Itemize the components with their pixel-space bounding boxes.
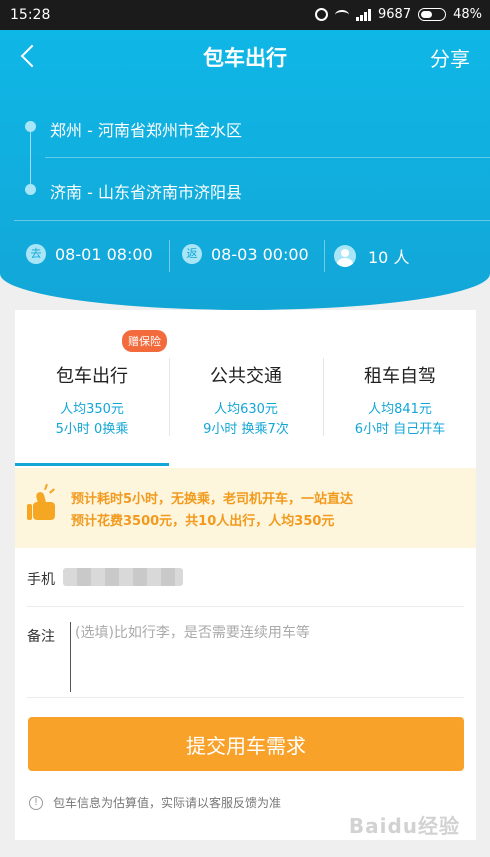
tip-line-1: 预计耗时5小时，无换乘，老司机开车，一站直达: [71, 492, 354, 507]
divider: [14, 220, 490, 221]
tip-line-2: 预计花费3500元，共10人出行，人均350元: [71, 514, 335, 529]
depart-icon: 去: [26, 244, 46, 264]
tab-self-drive[interactable]: 租车自驾 人均841元 6小时 自己开车: [323, 310, 477, 466]
person-icon: [334, 245, 356, 267]
tab-name: 租车自驾: [364, 366, 436, 387]
return-icon: 返: [182, 244, 202, 264]
disclaimer: ! 包车信息为估算值，实际请以客服反馈为准: [29, 794, 281, 811]
status-bar: 15:28 9687 48%: [0, 0, 490, 30]
origin-location[interactable]: 郑州 - 河南省郑州市金水区: [50, 117, 242, 141]
submit-request-button[interactable]: 提交用车需求: [28, 717, 464, 771]
divider: [169, 240, 170, 272]
phone-label: 手机: [27, 572, 55, 588]
info-icon: !: [29, 795, 43, 810]
insurance-badge: 赠保险: [122, 330, 167, 352]
divider: [45, 157, 490, 158]
tab-price: 人均841元: [368, 402, 432, 417]
page-title: 包车出行: [203, 46, 287, 70]
divider: [324, 240, 325, 272]
travel-mode-tabs: 赠保险 包车出行 人均350元 5小时 0换乘 公共交通 人均630元 9小时 …: [15, 310, 476, 466]
divider: [27, 606, 464, 607]
wifi-icon: [335, 9, 349, 20]
origin-dot-icon: [25, 121, 36, 132]
note-label: 备注: [27, 629, 55, 645]
share-button[interactable]: 分享: [430, 43, 470, 72]
status-icons: 9687 48%: [315, 7, 482, 22]
status-time: 15:28: [10, 7, 51, 23]
depart-time[interactable]: 去 08-01 08:00: [26, 244, 153, 264]
battery-icon: [418, 8, 447, 21]
watermark-logo: Baidu经验: [348, 814, 460, 838]
options-card: 赠保险 包车出行 人均350元 5小时 0换乘 公共交通 人均630元 9小时 …: [15, 310, 476, 840]
trip-summary-tip: 预计耗时5小时，无换乘，老司机开车，一站直达 预计花费3500元，共10人出行，…: [15, 468, 476, 548]
return-time-value: 08-03 00:00: [211, 244, 309, 264]
divider: [27, 697, 464, 698]
tab-price: 人均630元: [214, 402, 278, 417]
tab-price: 人均350元: [60, 402, 124, 417]
phone-field[interactable]: [63, 568, 183, 586]
tab-detail: 6小时 自己开车: [354, 422, 446, 437]
return-time[interactable]: 返 08-03 00:00: [182, 244, 309, 264]
route-connector: [30, 130, 31, 190]
tab-detail: 5小时 0换乘: [55, 422, 129, 437]
tab-name: 包车出行: [56, 366, 128, 387]
signal-icon: [356, 8, 371, 21]
tab-detail: 9小时 换乘7次: [203, 422, 289, 437]
tab-public-transit[interactable]: 公共交通 人均630元 9小时 换乘7次: [169, 310, 323, 466]
tab-charter[interactable]: 赠保险 包车出行 人均350元 5小时 0换乘: [15, 310, 169, 466]
active-tab-indicator: [15, 463, 169, 466]
battery-percent: 48%: [453, 7, 482, 22]
alarm-icon: [315, 8, 328, 21]
network-speed: 9687: [378, 7, 412, 22]
destination-dot-icon: [25, 184, 36, 195]
passenger-count-value: 10 人: [368, 248, 410, 267]
tab-name: 公共交通: [210, 366, 282, 387]
disclaimer-text: 包车信息为估算值，实际请以客服反馈为准: [53, 796, 282, 810]
note-field[interactable]: [70, 622, 460, 692]
destination-location[interactable]: 济南 - 山东省济南市济阳县: [50, 179, 242, 203]
thumbs-up-icon: [27, 483, 55, 524]
header-banner: [0, 30, 490, 310]
depart-time-value: 08-01 08:00: [55, 244, 153, 264]
passenger-count[interactable]: 10 人: [334, 244, 409, 268]
